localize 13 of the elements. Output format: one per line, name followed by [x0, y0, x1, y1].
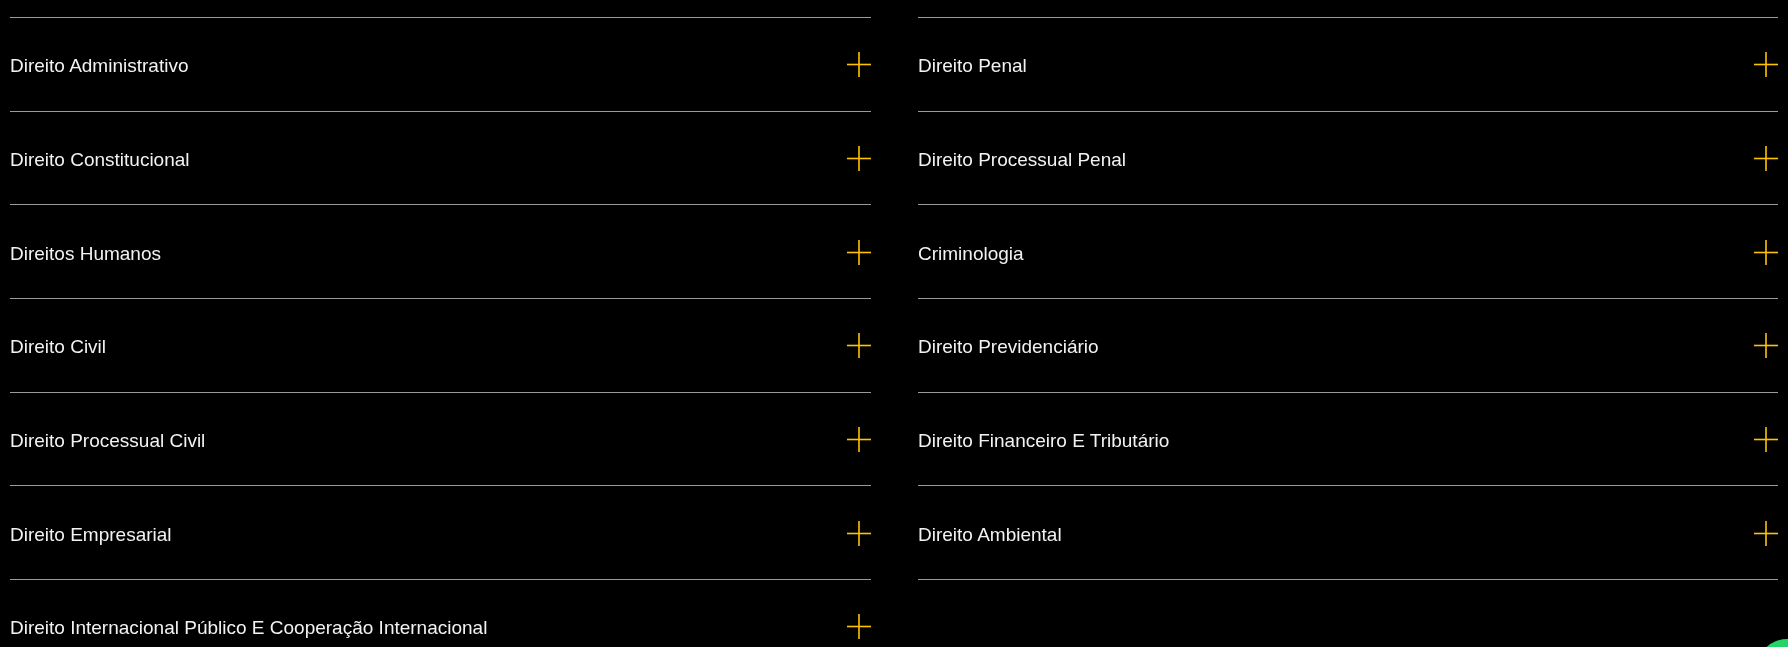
- accordion-header[interactable]: Direito Civil: [10, 335, 871, 359]
- accordion-header[interactable]: Direito Processual Civil: [10, 429, 871, 453]
- accordion-header[interactable]: Direito Constitucional: [10, 148, 871, 172]
- accordion-header[interactable]: Criminologia: [918, 241, 1778, 265]
- accordion-header[interactable]: Direito Financeiro E Tributário: [918, 429, 1778, 453]
- accordion-header[interactable]: Direito Administrativo: [10, 54, 871, 78]
- accordion-header[interactable]: Direito Previdenciário: [918, 335, 1778, 359]
- accordion-header[interactable]: Direito Penal: [918, 54, 1778, 78]
- accordion-header[interactable]: Direito Internacional Público E Cooperação Internacional: [10, 616, 871, 640]
- accordion-header[interactable]: Direito Processual Penal: [918, 148, 1778, 172]
- accordion-header[interactable]: Direitos Humanos: [10, 241, 871, 265]
- accordion-header[interactable]: Direito Empresarial: [10, 522, 871, 546]
- accordion-header[interactable]: Direito Ambiental: [918, 522, 1778, 546]
